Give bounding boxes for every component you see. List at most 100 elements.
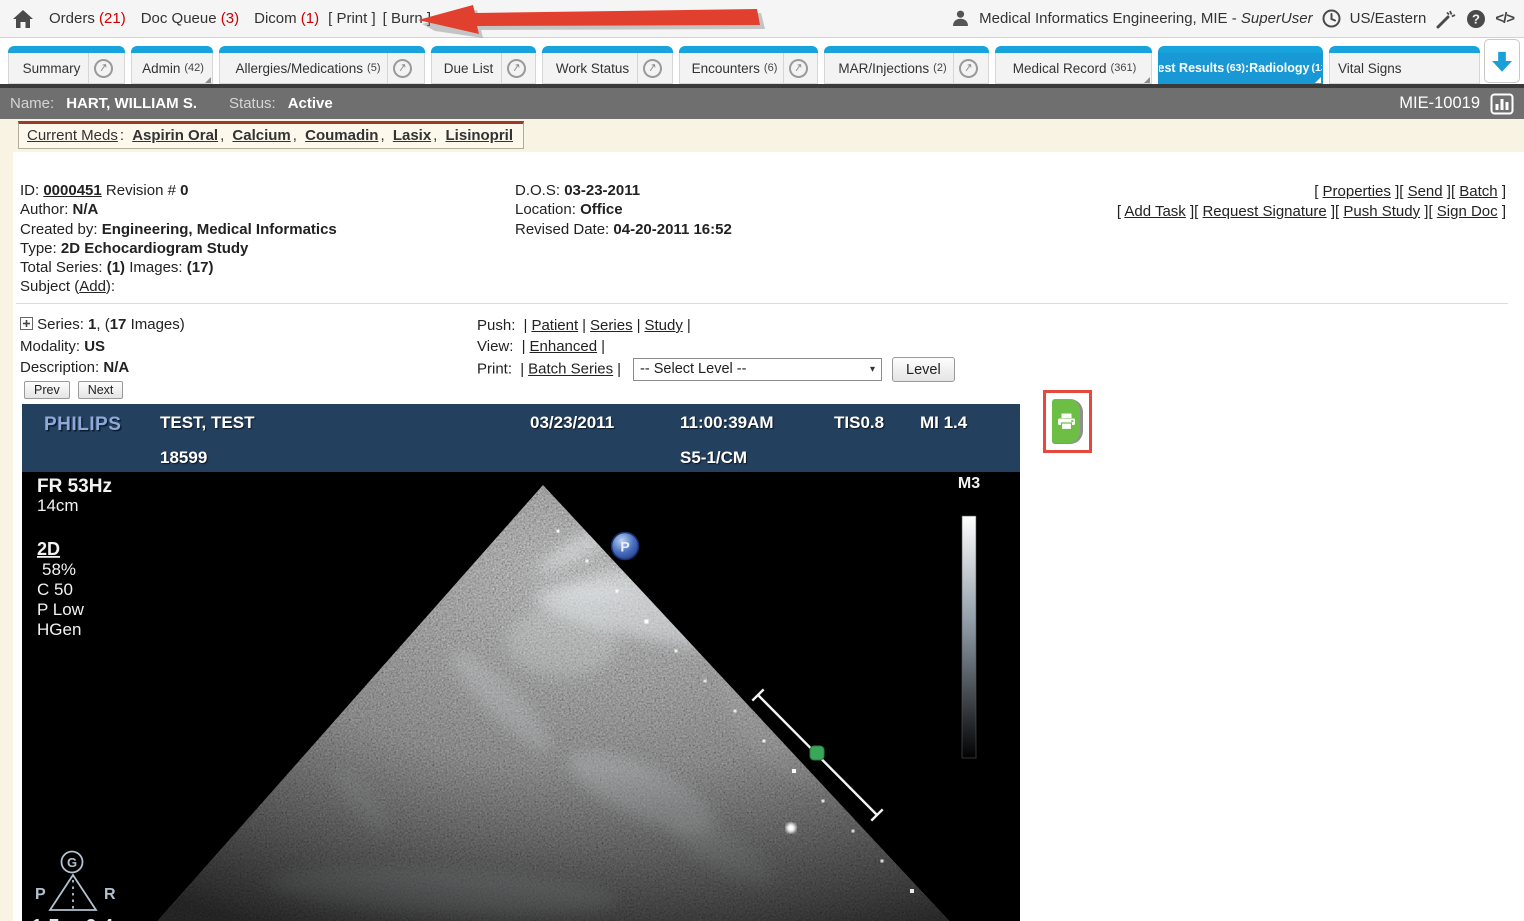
document-info-left: ID: 0000451 Revision # 0 Author: N/A Cre… [20,181,337,297]
tab-label: Work Status [548,61,637,76]
doc-subject-line: Subject (Add): [20,277,337,296]
current-meds-label[interactable]: Current Meds [27,127,118,144]
send-link[interactable]: Send [1408,183,1443,200]
push-study-link[interactable]: Push Study [1343,203,1420,220]
tab-cap [995,46,1152,53]
popout-icon[interactable]: ↗ [637,53,667,83]
prev-button[interactable]: Prev [24,381,70,399]
print-image-highlight [1043,390,1092,453]
tab-cap [1158,46,1323,53]
printer-icon [1057,413,1076,430]
tab-cap [431,46,536,53]
patient-identity: Name: HART, WILLIAM S. Status: Active [0,95,333,112]
tab-vital-signs[interactable]: Vital Signs [1329,46,1480,84]
svg-text:R: R [104,886,116,903]
properties-link[interactable]: Properties [1323,183,1391,200]
doc-queue-count: (3) [221,10,239,27]
us-map-label: M3 [958,475,980,492]
dicom-link[interactable]: Dicom (1) [254,10,319,27]
med-link[interactable]: Aspirin Oral [132,127,218,144]
popout-icon[interactable]: ↗ [783,53,813,83]
tab-label: Medical Record [1005,61,1115,76]
tab-allergies-medications[interactable]: Allergies/Medications(5) ↗ [219,46,425,84]
arrow-shadow [422,10,765,38]
burn-link[interactable]: [ Burn ] [383,10,431,27]
push-patient-link[interactable]: Patient [531,317,578,334]
us-accession: 18599 [160,448,207,468]
popout-icon[interactable]: ↗ [501,53,531,83]
code-icon[interactable]: </> [1495,10,1514,27]
push-series-link[interactable]: Series [590,317,633,334]
chart-id: MIE-10019 [1399,94,1480,113]
chevron-down-icon: ▾ [870,359,875,380]
tab-test-results-radiology[interactable]: Test Results(63):Radiology(13) [1158,46,1323,84]
svg-text:G: G [67,855,77,870]
print-image-button[interactable] [1052,399,1083,444]
batch-link[interactable]: Batch [1459,183,1497,200]
home-icon[interactable] [12,9,34,29]
level-button[interactable]: Level [892,357,955,382]
level-select[interactable]: -- Select Level -- ▾ [633,358,882,381]
timezone-label[interactable]: US/Eastern [1350,10,1427,27]
series-line: Series: 1, (17 Images) [20,314,185,336]
dicom-count: (1) [301,10,319,27]
modality-line: Modality: US [20,336,185,358]
popout-icon[interactable]: ↗ [953,53,983,83]
grayscale-bar [962,516,976,758]
doc-location-line: Location: Office [515,200,732,219]
help-icon[interactable]: ? [1466,9,1486,29]
print-link[interactable]: [ Print ] [328,10,376,27]
svg-text:P: P [35,886,46,903]
med-link[interactable]: Coumadin [305,127,378,144]
tab-encounters[interactable]: Encounters(6) ↗ [679,46,818,84]
sign-doc-link[interactable]: Sign Doc [1437,203,1498,220]
med-link[interactable]: Lasix [393,127,431,144]
user-name[interactable]: Medical Informatics Engineering, MIE - S… [979,10,1312,27]
orders-label: Orders [49,10,95,27]
subject-add-link[interactable]: Add [79,278,106,295]
tab-cap [824,46,989,53]
popout-icon[interactable]: ↗ [387,53,417,83]
tab-work-status[interactable]: Work Status ↗ [542,46,673,84]
doc-queue-link[interactable]: Doc Queue (3) [141,10,239,27]
tab-mar-injections[interactable]: MAR/Injections(2) ↗ [824,46,989,84]
med-link[interactable]: Calcium [232,127,290,144]
doc-author-line: Author: N/A [20,200,337,219]
tab-cap [219,46,425,53]
corner-fold-icon [1144,77,1150,83]
push-study-series-link[interactable]: Study [644,317,682,334]
tab-scroll-down-button[interactable] [1484,39,1520,83]
tab-medical-record[interactable]: Medical Record(361) [995,46,1152,84]
chart-stats-icon[interactable] [1490,93,1514,115]
user-icon [951,9,970,28]
batch-series-link[interactable]: Batch Series [528,361,613,378]
tab-admin[interactable]: Admin(42) [131,46,213,84]
tab-label: Allergies/Medications [227,61,371,76]
request-signature-link[interactable]: Request Signature [1202,203,1326,220]
us-tis-value: TIS0.8 [834,413,884,433]
tab-due-list[interactable]: Due List ↗ [431,46,536,84]
expand-icon[interactable] [20,317,33,330]
orders-link[interactable]: Orders (21) [49,10,126,27]
actions-row-2: [ Add Task ][ Request Signature ][ Push … [1117,202,1506,222]
tab-count: (42) [184,62,210,74]
document-id-link[interactable]: 0000451 [43,182,101,199]
add-task-link[interactable]: Add Task [1124,203,1185,220]
chart-tab-bar: Summary ↗ Admin(42) Allergies/Medication… [0,38,1524,84]
view-enhanced-link[interactable]: Enhanced [530,338,598,355]
next-button[interactable]: Next [78,381,124,399]
magic-wand-icon[interactable] [1435,9,1457,29]
tab-cap [8,46,125,53]
level-select-value: -- Select Level -- [640,359,746,380]
ultrasound-image[interactable]: P M3 FR 53Hz 14cm 2D 58% C 50 P Low HGen [22,472,1020,921]
orders-count: (21) [99,10,126,27]
med-link[interactable]: Lisinopril [446,127,514,144]
tab-cap [1329,46,1480,53]
svg-text:58%: 58% [42,560,76,579]
tab-label2: :Radiology [1245,61,1310,75]
caliper-handle[interactable] [810,746,824,760]
ultrasound-header: PHILIPS TEST, TEST 03/23/2011 11:00:39AM… [22,404,1020,472]
tab-cap [679,46,818,53]
popout-icon[interactable]: ↗ [88,53,118,83]
tab-summary[interactable]: Summary ↗ [8,46,125,84]
